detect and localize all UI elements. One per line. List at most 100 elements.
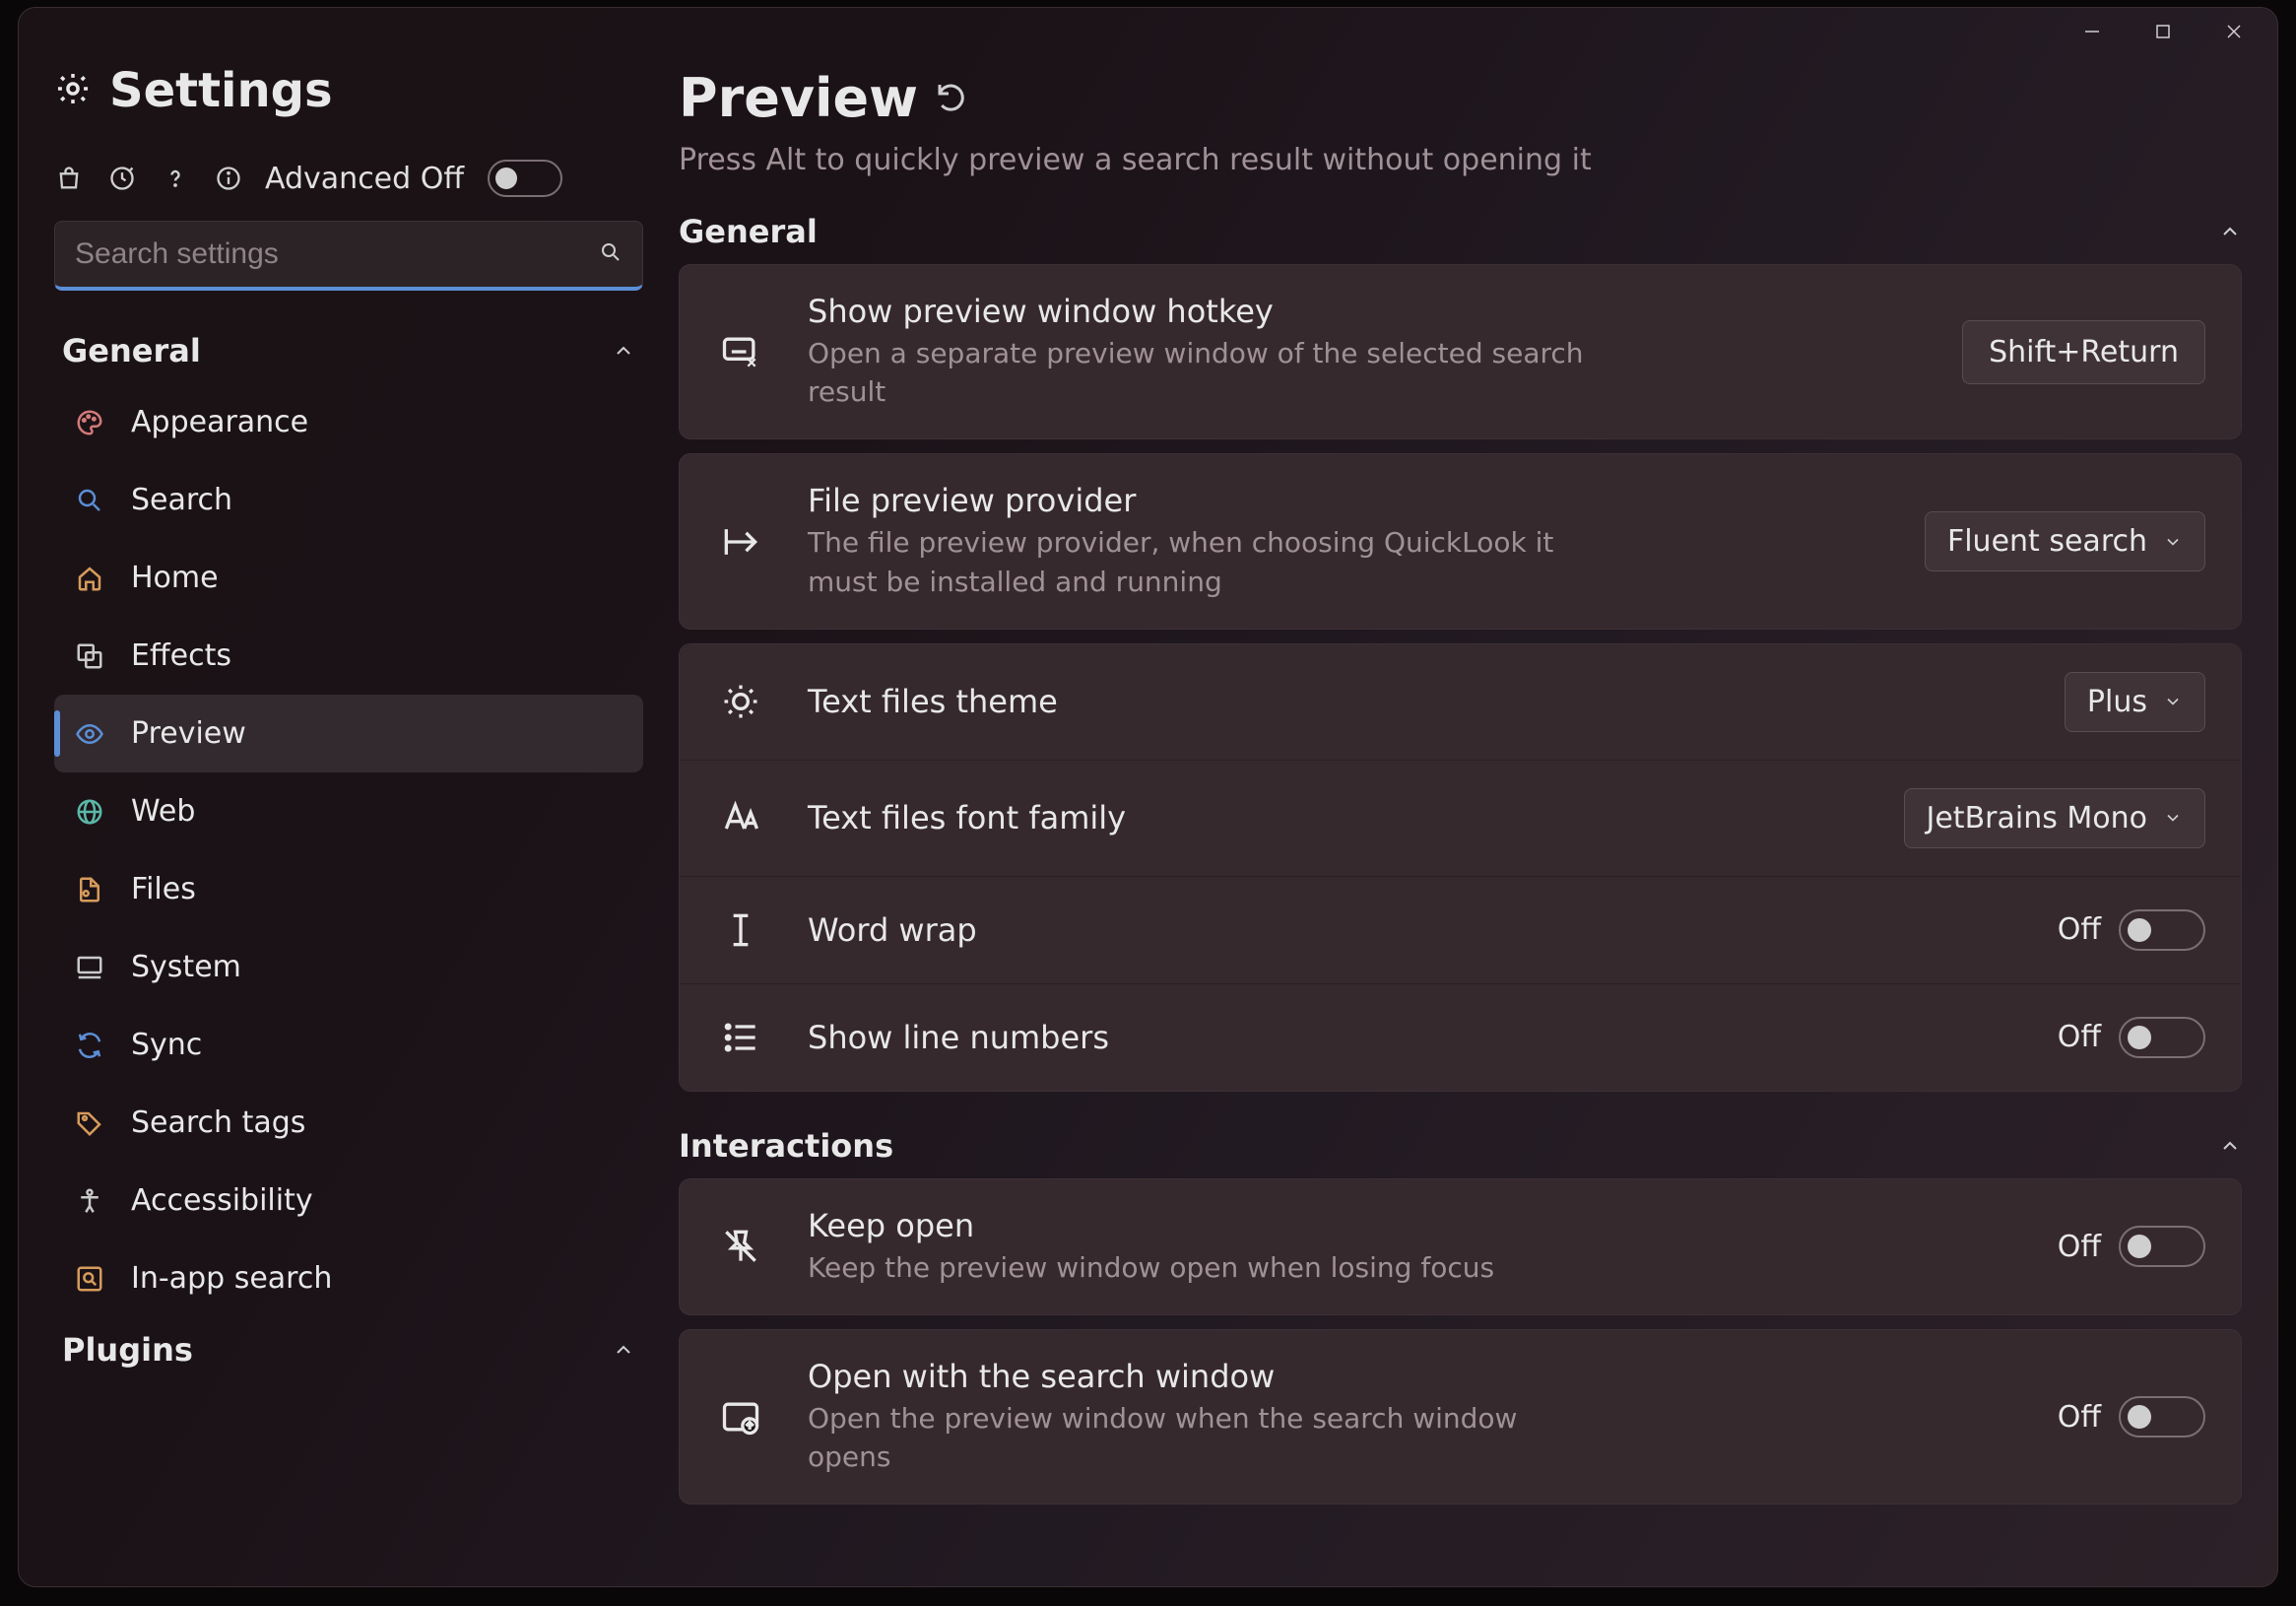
setting-title: Keep open	[808, 1207, 1606, 1244]
hotkey-button[interactable]: Shift+Return	[1962, 320, 2205, 384]
revert-icon[interactable]	[934, 79, 969, 118]
chevron-up-icon	[2218, 220, 2242, 243]
setting-title: Show line numbers	[808, 1019, 1606, 1056]
setting-title: Text files font family	[808, 799, 1606, 836]
setting-provider: File preview provider The file preview p…	[679, 453, 2242, 629]
tag-icon	[74, 1107, 105, 1139]
sidebar-item-label: Appearance	[131, 405, 308, 439]
sidebar-item-system[interactable]: System	[54, 928, 643, 1006]
nav-section-plugins[interactable]: Plugins	[54, 1317, 643, 1382]
maximize-button[interactable]	[2139, 14, 2187, 49]
advanced-toggle[interactable]	[488, 160, 562, 197]
search-icon	[74, 485, 105, 516]
help-icon[interactable]	[161, 164, 190, 193]
setting-openwith: Open with the search window Open the pre…	[679, 1329, 2242, 1505]
provider-dropdown[interactable]: Fluent search	[1925, 511, 2205, 571]
info-icon[interactable]	[214, 164, 243, 193]
sidebar-item-sync[interactable]: Sync	[54, 1006, 643, 1084]
unpin-icon	[715, 1221, 766, 1272]
setting-title: File preview provider	[808, 482, 1606, 519]
search-icon	[599, 240, 623, 268]
sidebar-item-label: Search tags	[131, 1105, 305, 1140]
main-panel: Preview Press Alt to quickly preview a s…	[679, 55, 2277, 1586]
sidebar-item-label: Web	[131, 794, 195, 829]
setting-title: Show preview window hotkey	[808, 293, 1606, 330]
page-title: Preview	[679, 67, 918, 129]
sidebar-item-accessibility[interactable]: Accessibility	[54, 1162, 643, 1239]
setting-hotkey: Show preview window hotkey Open a separa…	[679, 264, 2242, 439]
file-icon	[74, 874, 105, 905]
sidebar-item-appearance[interactable]: Appearance	[54, 383, 643, 461]
setting-desc: Keep the preview window open when losing…	[808, 1248, 1606, 1287]
sidebar-item-label: Effects	[131, 638, 231, 673]
setting-wrap: Word wrap Off	[680, 877, 2241, 984]
settings-window: Settings Advanced Off General Appearance	[18, 7, 2278, 1587]
history-icon[interactable]	[107, 164, 137, 193]
app-title: Settings	[109, 63, 333, 118]
globe-icon	[74, 796, 105, 828]
sidebar-item-label: Sync	[131, 1028, 202, 1062]
chevron-down-icon	[2163, 808, 2183, 828]
toggle-state: Off	[2058, 1230, 2101, 1264]
sidebar-item-searchtags[interactable]: Search tags	[54, 1084, 643, 1162]
sidebar-item-search[interactable]: Search	[54, 461, 643, 539]
list-icon	[715, 1012, 766, 1063]
font-dropdown[interactable]: JetBrains Mono	[1904, 788, 2206, 848]
chevron-up-icon	[612, 1338, 635, 1362]
dropdown-value: JetBrains Mono	[1927, 801, 2148, 836]
openwith-toggle[interactable]	[2119, 1396, 2205, 1438]
store-icon[interactable]	[54, 164, 84, 193]
titlebar	[19, 8, 2277, 55]
cursor-icon	[715, 904, 766, 956]
toggle-state: Off	[2058, 1020, 2101, 1054]
chevron-up-icon	[2218, 1134, 2242, 1158]
sync-icon	[74, 1030, 105, 1061]
setting-desc: The file preview provider, when choosing…	[808, 523, 1606, 600]
dropdown-value: Plus	[2087, 685, 2147, 719]
sidebar-item-label: In-app search	[131, 1261, 332, 1296]
sidebar-item-web[interactable]: Web	[54, 772, 643, 850]
palette-icon	[74, 407, 105, 438]
eye-icon	[74, 718, 105, 750]
section-title: Interactions	[679, 1127, 893, 1165]
keepopen-toggle[interactable]	[2119, 1226, 2205, 1267]
chevron-up-icon	[612, 339, 635, 363]
brightness-icon	[715, 676, 766, 727]
toggle-state: Off	[2058, 1400, 2101, 1435]
setting-title: Text files theme	[808, 683, 1606, 720]
sidebar-item-preview[interactable]: Preview	[54, 695, 643, 772]
nav-section-general[interactable]: General	[54, 318, 643, 383]
monitor-icon	[74, 952, 105, 983]
nav-section-label: General	[62, 332, 201, 369]
sidebar-item-effects[interactable]: Effects	[54, 617, 643, 695]
chevron-down-icon	[2163, 532, 2183, 552]
close-button[interactable]	[2210, 14, 2258, 49]
sidebar-item-files[interactable]: Files	[54, 850, 643, 928]
page-subtitle: Press Alt to quickly preview a search re…	[679, 143, 2242, 177]
sidebar-item-home[interactable]: Home	[54, 539, 643, 617]
advanced-label: Advanced Off	[265, 162, 464, 196]
sidebar-item-inapp[interactable]: In-app search	[54, 1239, 643, 1317]
chevron-down-icon	[2163, 692, 2183, 711]
setting-theme: Text files theme Plus	[680, 644, 2241, 761]
setting-desc: Open a separate preview window of the se…	[808, 334, 1606, 411]
lineno-toggle[interactable]	[2119, 1017, 2205, 1058]
sidebar: Settings Advanced Off General Appearance	[19, 55, 679, 1586]
sidebar-item-label: System	[131, 950, 241, 984]
setting-title: Open with the search window	[808, 1358, 1606, 1395]
section-head-general[interactable]: General	[679, 213, 2242, 250]
minimize-button[interactable]	[2068, 14, 2116, 49]
arrow-right-icon	[715, 516, 766, 568]
search-input[interactable]	[55, 222, 642, 287]
toggle-state: Off	[2058, 912, 2101, 947]
sidebar-item-label: Home	[131, 561, 219, 595]
wrap-toggle[interactable]	[2119, 909, 2205, 951]
sidebar-item-label: Accessibility	[131, 1183, 313, 1218]
home-icon	[74, 563, 105, 594]
keyboard-icon	[715, 326, 766, 377]
theme-dropdown[interactable]: Plus	[2065, 672, 2205, 732]
setting-desc: Open the preview window when the search …	[808, 1399, 1606, 1476]
access-icon	[74, 1185, 105, 1217]
gear-icon	[54, 70, 92, 111]
section-head-interactions[interactable]: Interactions	[679, 1127, 2242, 1165]
